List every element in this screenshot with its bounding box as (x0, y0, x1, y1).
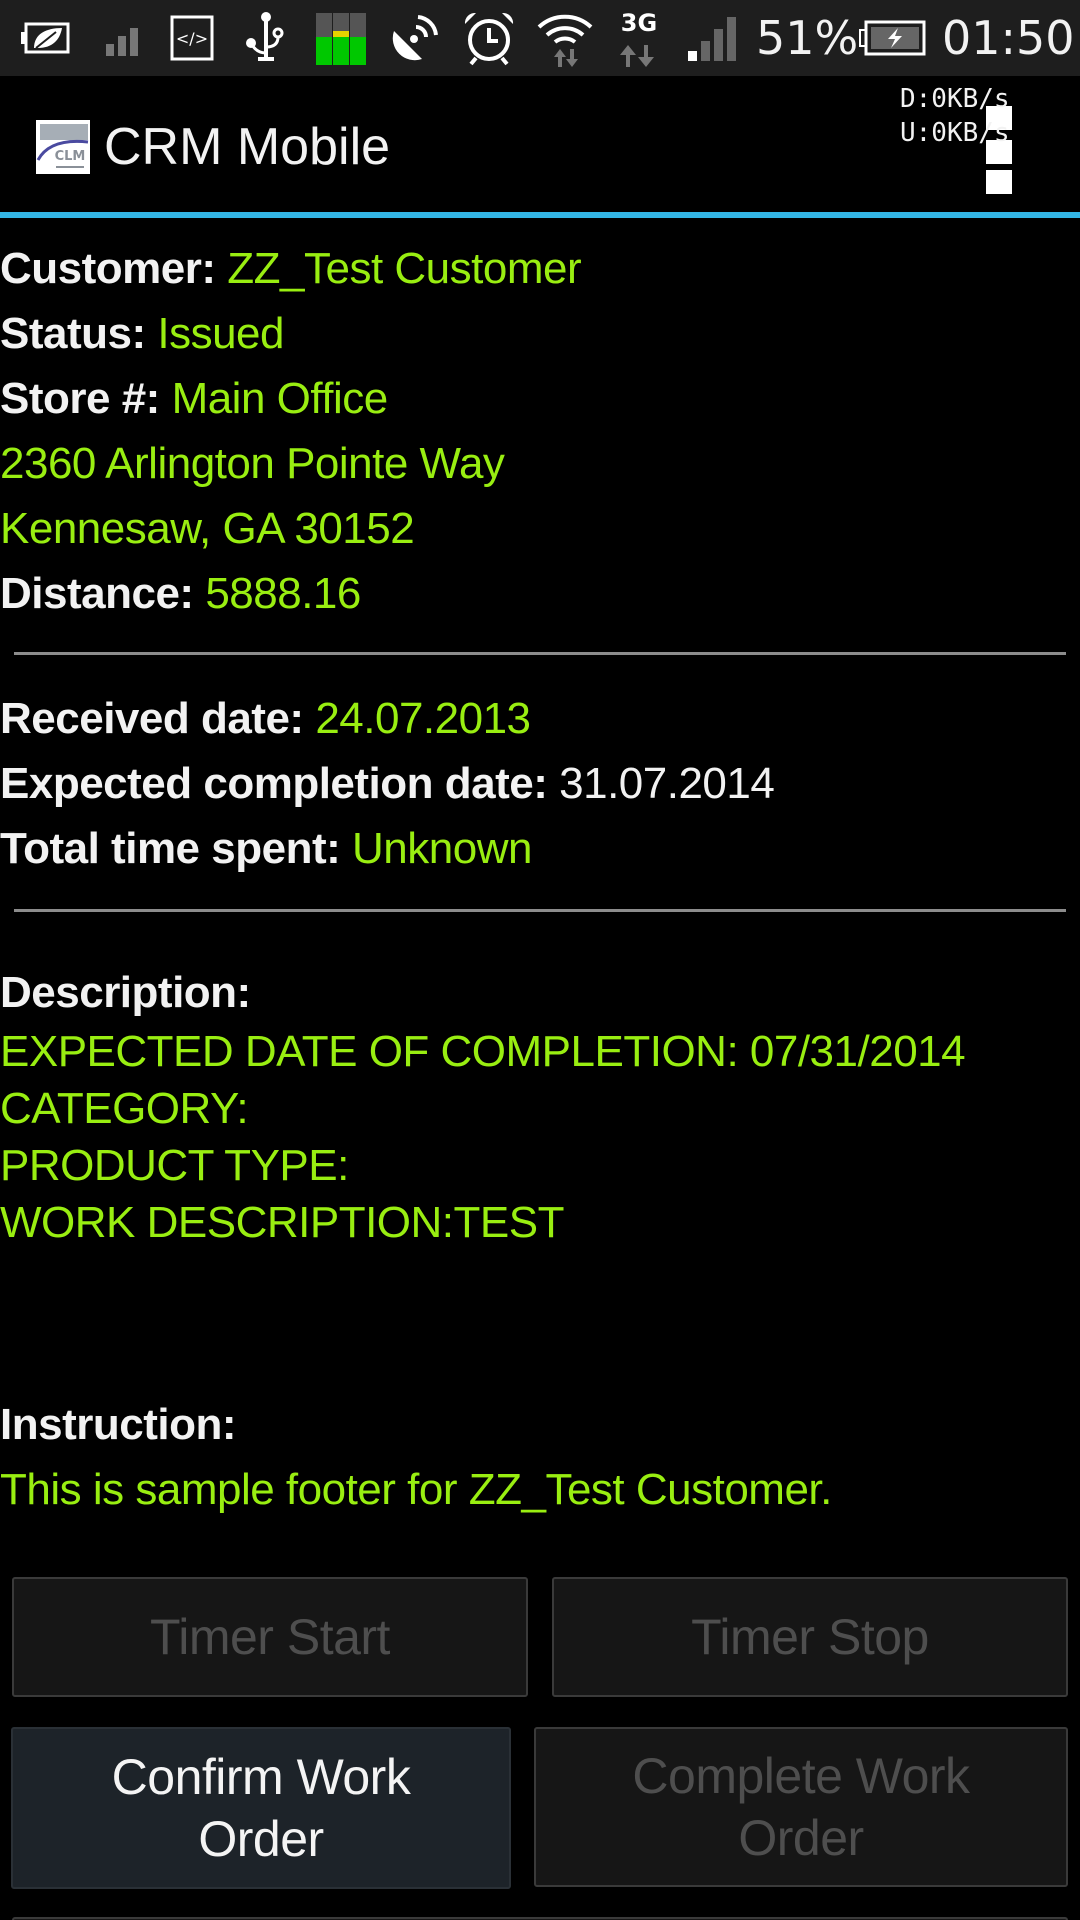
svg-text:</>: </> (176, 29, 208, 48)
status-row: Status: Issued (0, 301, 284, 366)
satellite-dish-icon (390, 10, 442, 66)
app-logo[interactable]: CLM (36, 120, 90, 174)
address-line1: 2360 Arlington Pointe Way (0, 439, 505, 488)
time-spent-row: Total time spent: Unknown (0, 816, 532, 881)
signal-weak-icon (104, 10, 144, 66)
usb-debug-icon (244, 10, 288, 66)
customer-value: ZZ_Test Customer (227, 244, 582, 293)
section-divider (14, 909, 1066, 912)
equalizer-icon (314, 10, 368, 66)
status-bar: </> 3G 51% 01:50 (0, 0, 1080, 76)
status-label: Status: (0, 309, 146, 358)
cell-signal-icon (686, 10, 742, 66)
developer-code-icon: </> (170, 10, 214, 66)
expected-date-value: 31.07.2014 (559, 759, 775, 808)
received-date-value: 24.07.2013 (315, 694, 531, 743)
store-label: Store #: (0, 374, 160, 423)
eco-battery-icon (20, 10, 72, 66)
wifi-icon (536, 10, 594, 67)
expected-date-label: Expected completion date: (0, 759, 548, 808)
instruction-label: Instruction: (0, 1400, 236, 1449)
customer-row: Customer: ZZ_Test Customer (0, 236, 582, 301)
confirm-work-order-button[interactable]: Confirm Work Order (11, 1727, 511, 1889)
received-date-row: Received date: 24.07.2013 (0, 686, 531, 751)
action-bar-divider (0, 212, 1080, 218)
timer-stop-button[interactable]: Timer Stop (552, 1577, 1068, 1697)
received-date-label: Received date: (0, 694, 304, 743)
upload-speed: U:0KB/s (900, 118, 1010, 148)
complete-button-label-line2: Order (738, 1810, 864, 1866)
net-speed-overlay: D:0KB/s U:0KB/s (900, 82, 1010, 150)
complete-button-label-line1: Complete Work (632, 1748, 970, 1804)
section-divider (14, 652, 1066, 655)
app-title: CRM Mobile (104, 118, 391, 176)
description-line: WORK DESCRIPTION:TEST (0, 1198, 564, 1247)
time-spent-label: Total time spent: (0, 824, 341, 873)
expected-date-row: Expected completion date: 31.07.2014 (0, 751, 775, 816)
status-value: Issued (157, 309, 284, 358)
svg-text:3G: 3G (621, 9, 657, 37)
timer-start-button[interactable]: Timer Start (12, 1577, 528, 1697)
store-value: Main Office (171, 374, 389, 423)
instruction-text: This is sample footer for ZZ_Test Custom… (0, 1465, 832, 1514)
clock: 01:50 (942, 11, 1075, 65)
description-line: EXPECTED DATE OF COMPLETION: 07/31/2014 (0, 1027, 966, 1076)
svg-text:CLM: CLM (55, 149, 86, 164)
battery-percent: 51% (756, 11, 859, 65)
alarm-clock-icon (462, 10, 516, 66)
distance-label: Distance: (0, 569, 194, 618)
download-speed: D:0KB/s (900, 84, 1010, 114)
distance-row: Distance: 5888.16 (0, 561, 361, 626)
address-line2: Kennesaw, GA 30152 (0, 504, 415, 553)
confirm-button-label-line1: Confirm Work (111, 1749, 411, 1805)
battery-charging-icon (858, 10, 926, 66)
description-label: Description: (0, 968, 251, 1017)
distance-value: 5888.16 (205, 569, 361, 618)
confirm-button-label-line2: Order (198, 1811, 324, 1867)
time-spent-value: Unknown (352, 824, 532, 873)
description-line: CATEGORY: (0, 1084, 249, 1133)
store-row: Store #: Main Office (0, 366, 388, 431)
3g-data-icon: 3G (614, 9, 664, 67)
customer-label: Customer: (0, 244, 216, 293)
complete-work-order-button[interactable]: Complete Work Order (534, 1727, 1068, 1887)
description-line: PRODUCT TYPE: (0, 1141, 349, 1190)
